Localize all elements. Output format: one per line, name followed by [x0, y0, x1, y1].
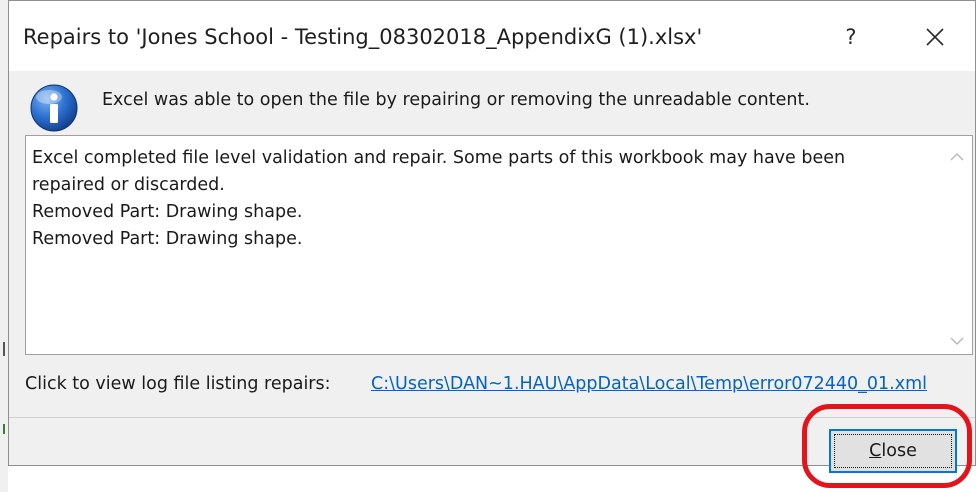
footer-separator: [9, 417, 975, 418]
details-text: Excel completed file level validation an…: [32, 148, 846, 249]
chevron-down-icon[interactable]: [949, 332, 965, 345]
help-button[interactable]: ?: [831, 17, 871, 57]
close-button-label: lose: [881, 441, 917, 461]
edge-mark: [3, 424, 5, 434]
title-bar[interactable]: Repairs to 'Jones School - Testing_08302…: [9, 1, 975, 71]
focus-ring: Close: [834, 434, 952, 468]
chevron-up-icon[interactable]: [949, 148, 965, 161]
details-scrollbar[interactable]: [942, 136, 972, 354]
close-icon[interactable]: [915, 17, 955, 57]
close-button[interactable]: Close: [829, 429, 957, 473]
repair-message: Excel was able to open the file by repai…: [102, 90, 810, 110]
edge-mark: [3, 342, 5, 356]
log-file-link[interactable]: C:\Users\DAN~1.HAU\AppData\Local\Temp\er…: [371, 374, 927, 394]
log-file-label: Click to view log file listing repairs:: [25, 374, 331, 394]
info-icon: [29, 83, 79, 133]
details-textbox[interactable]: Excel completed file level validation an…: [25, 135, 973, 355]
repairs-dialog: Repairs to 'Jones School - Testing_08302…: [8, 0, 976, 473]
background-window-edge: [0, 0, 8, 492]
screenshot: Repairs to 'Jones School - Testing_08302…: [0, 0, 976, 492]
dialog-title: Repairs to 'Jones School - Testing_08302…: [23, 25, 703, 49]
close-button-mnemonic: C: [869, 441, 882, 461]
